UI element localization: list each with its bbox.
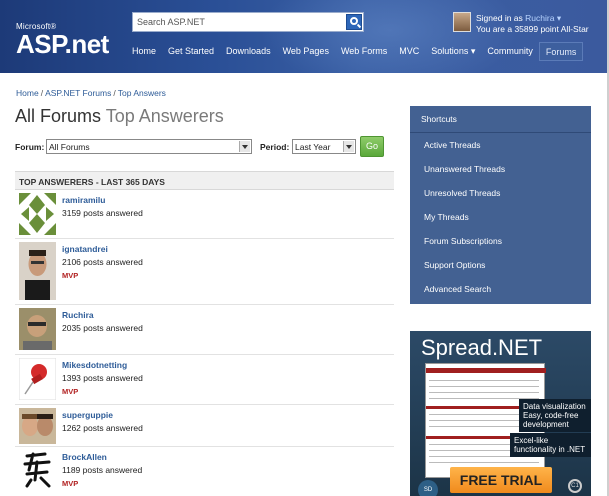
answerer-post-count: 1189 posts answered [62, 465, 143, 475]
c1-logo-icon: C1 [568, 479, 582, 493]
page-title-secondary: Top Answerers [105, 106, 224, 126]
list-item: BrockAllen 1189 posts answered MVP [15, 447, 394, 496]
answerer-name-link[interactable]: ramiramilu [62, 195, 105, 205]
nav-web-pages[interactable]: Web Pages [277, 42, 335, 61]
mvp-badge: MVP [62, 271, 79, 280]
user-name-link[interactable]: Ruchira [525, 13, 554, 23]
search-box[interactable]: Search ASP.NET [132, 12, 364, 32]
breadcrumb-forums[interactable]: ASP.NET Forums [45, 88, 111, 98]
top-answerers-header: TOP ANSWERERS - LAST 365 DAYS [15, 171, 394, 190]
header-glow [260, 0, 520, 73]
avatar[interactable] [453, 12, 471, 32]
mvp-badge: MVP [62, 479, 79, 488]
sidebar-item-my-threads[interactable]: My Threads [410, 205, 591, 229]
shortcuts-header: Shortcuts [410, 106, 591, 133]
sidebar-item-unanswered-threads[interactable]: Unanswered Threads [410, 157, 591, 181]
nav-home[interactable]: Home [126, 42, 162, 61]
shortcuts-sidebar: Shortcuts Active Threads Unanswered Thre… [410, 106, 591, 304]
breadcrumb-top-answers[interactable]: Top Answers [118, 88, 166, 98]
sheet-line [429, 386, 539, 387]
sheet-line [429, 380, 539, 381]
period-label: Period: [260, 142, 290, 152]
search-button[interactable] [346, 14, 362, 30]
go-button[interactable]: Go [360, 136, 384, 157]
answerer-post-count: 3159 posts answered [62, 208, 143, 218]
search-input[interactable]: Search ASP.NET [137, 17, 205, 27]
answerer-post-count: 2106 posts answered [62, 257, 143, 267]
calligraphy-avatar[interactable] [19, 450, 56, 490]
answerer-post-count: 1262 posts answered [62, 423, 143, 433]
period-select-value: Last Year [295, 142, 331, 152]
period-select[interactable]: Last Year [292, 139, 356, 154]
forum-label: Forum: [15, 142, 45, 152]
ad-title: Spread.NET [421, 335, 543, 360]
list-item: ignatandrei 2106 posts answered MVP [15, 239, 394, 305]
sidebar-item-forum-subscriptions[interactable]: Forum Subscriptions [410, 229, 591, 253]
asp-net-logo[interactable]: Microsoft® ASP.net [16, 22, 109, 57]
answerer-name-link[interactable]: ignatandrei [62, 244, 108, 254]
answerer-name-link[interactable]: Ruchira [62, 310, 94, 320]
breadcrumb-home[interactable]: Home [16, 88, 39, 98]
user-points: You are a 35899 point All-Star [476, 24, 589, 34]
answerer-name-link[interactable]: Mikesdotnetting [62, 360, 127, 370]
sheet-line [429, 462, 539, 463]
top-answerers-panel: TOP ANSWERERS - LAST 365 DAYS ramiramilu… [15, 171, 394, 496]
pushpin-avatar[interactable] [19, 358, 56, 400]
nav-forums[interactable]: Forums [538, 42, 584, 61]
sidebar-item-active-threads[interactable]: Active Threads [410, 133, 591, 157]
ad-tooltip-visualization: Data visualization Easy, code-free devel… [519, 399, 591, 432]
signed-in-line: Signed in as Ruchira ▾ [476, 13, 561, 24]
user-menu-caret-icon[interactable]: ▾ [557, 13, 561, 23]
list-item: Mikesdotnetting 1393 posts answered MVP [15, 355, 394, 405]
sd-logo-icon: SD [418, 480, 438, 496]
filter-bar: Forum: All Forums Period: Last Year Go [15, 136, 395, 158]
nav-solutions[interactable]: Solutions ▾ [425, 42, 481, 61]
user-photo-avatar[interactable] [19, 308, 56, 350]
signed-in-label: Signed in as [476, 13, 523, 23]
nav-get-started[interactable]: Get Started [162, 42, 220, 61]
search-icon-handle [356, 23, 362, 29]
list-item: ramiramilu 3159 posts answered [15, 190, 394, 239]
sidebar-item-support-options[interactable]: Support Options [410, 253, 591, 277]
answerer-post-count: 1393 posts answered [62, 373, 143, 383]
nav-downloads[interactable]: Downloads [220, 42, 277, 61]
page-title-primary: All Forums [15, 106, 102, 126]
user-photo-avatar[interactable] [19, 242, 56, 300]
list-item: superguppie 1262 posts answered [15, 405, 394, 447]
chevron-down-icon [239, 141, 250, 152]
breadcrumb: Home / ASP.NET Forums / Top Answers [16, 88, 166, 98]
main-nav: Home Get Started Downloads Web Pages Web… [126, 42, 584, 61]
nav-mvc[interactable]: MVC [393, 42, 425, 61]
user-photo-avatar[interactable] [19, 408, 56, 444]
sidebar-item-unresolved-threads[interactable]: Unresolved Threads [410, 181, 591, 205]
answerer-name-link[interactable]: BrockAllen [62, 452, 107, 462]
free-trial-button[interactable]: FREE TRIAL [450, 467, 552, 493]
sheet-line [429, 392, 539, 393]
list-item: Ruchira 2035 posts answered [15, 305, 394, 355]
mvp-badge: MVP [62, 387, 79, 396]
identicon-avatar[interactable] [19, 193, 56, 235]
sidebar-item-advanced-search[interactable]: Advanced Search [410, 277, 591, 301]
answerer-name-link[interactable]: superguppie [62, 410, 113, 420]
answerer-post-count: 2035 posts answered [62, 323, 143, 333]
nav-community[interactable]: Community [481, 42, 539, 61]
nav-web-forms[interactable]: Web Forms [335, 42, 393, 61]
site-header: Microsoft® ASP.net Search ASP.NET Signed… [0, 0, 609, 73]
chevron-down-icon [343, 141, 354, 152]
sheet-header-bar [426, 368, 546, 373]
forum-select-value: All Forums [49, 142, 90, 152]
ad-tooltip-excel: Excel-like functionality in .NET [510, 433, 591, 457]
asp-net-wordmark: ASP.net [16, 29, 109, 59]
spread-net-ad[interactable]: Spread.NET Data visualization Easy, code… [410, 331, 591, 496]
page-title: All Forums Top Answerers [15, 106, 224, 127]
forum-select[interactable]: All Forums [46, 139, 252, 154]
